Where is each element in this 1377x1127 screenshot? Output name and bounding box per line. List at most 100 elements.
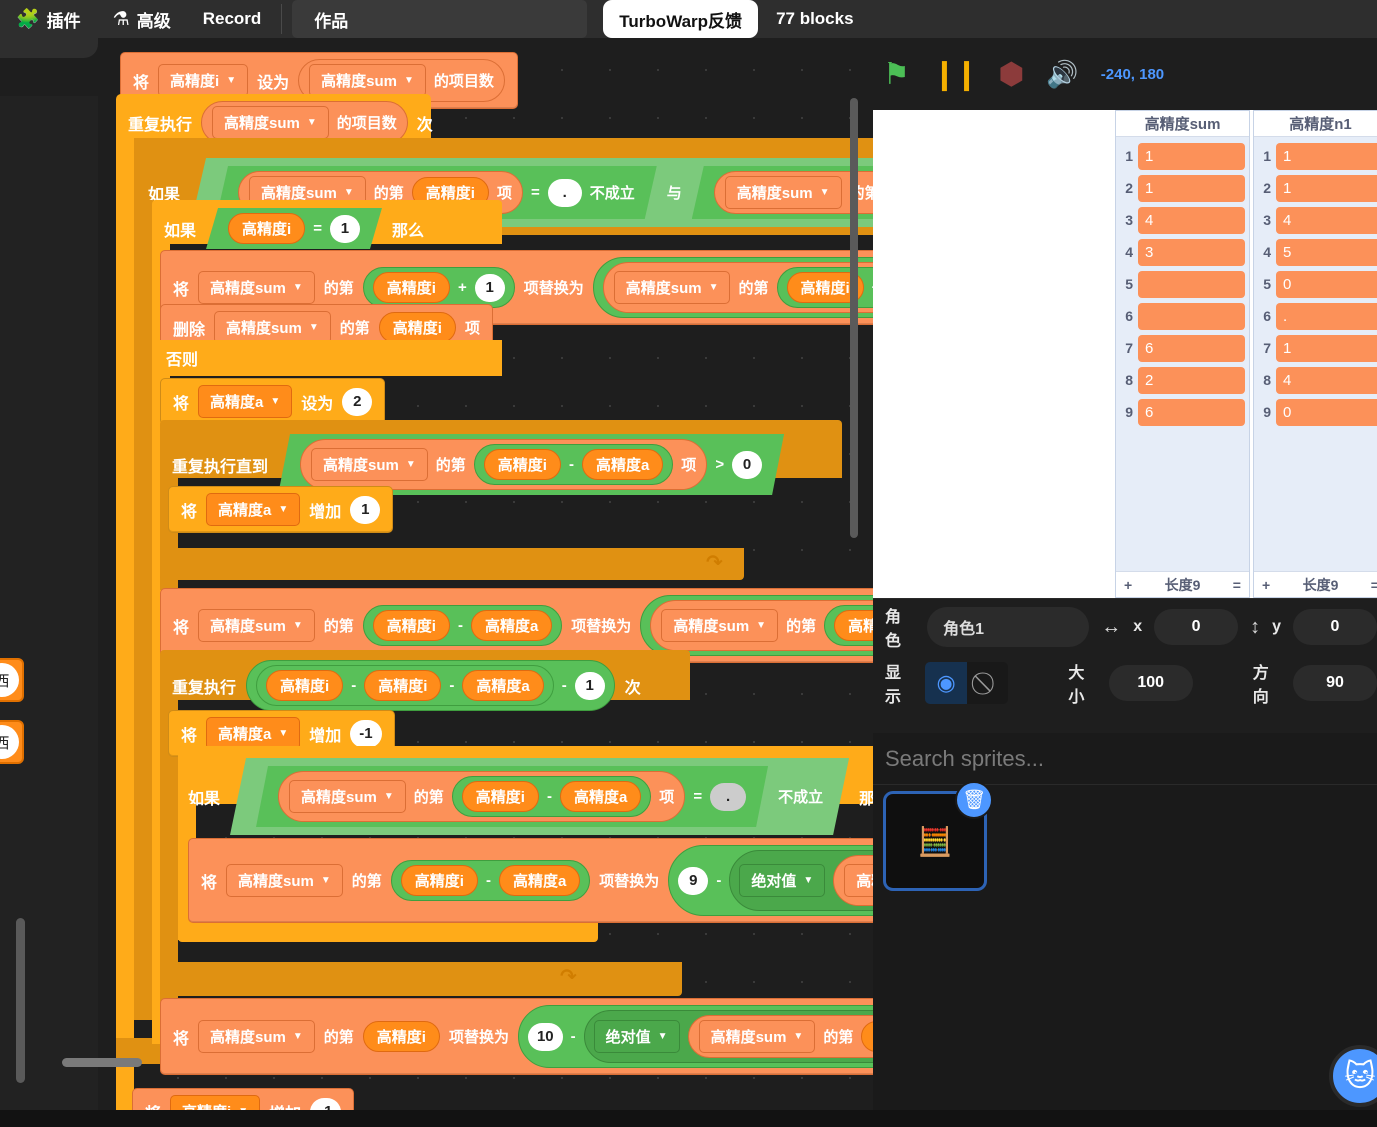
palette-block-stub-1[interactable]: 西 xyxy=(0,658,24,702)
list-dropdown[interactable]: 高精度sum ▼ xyxy=(198,271,315,304)
text-input-dot-1[interactable]: . xyxy=(548,179,582,207)
stop-icon[interactable]: ⬢ xyxy=(998,57,1024,92)
list-row[interactable]: 84 xyxy=(1254,364,1377,396)
row-value[interactable]: 1 xyxy=(1276,142,1377,170)
reporter-item-of-list-6[interactable]: 高精度sum ▼ 的第 高精度i - 高精度a 项 xyxy=(650,600,873,651)
boolean-not-2[interactable]: 高精度sum ▼ 的第 高精度i - 高精度a 项 = . 不成立 xyxy=(230,758,849,835)
row-value[interactable] xyxy=(1138,270,1245,298)
row-value[interactable]: 6 xyxy=(1138,334,1245,362)
menu-record[interactable]: Record xyxy=(187,0,278,38)
variable-i[interactable]: 高精度i xyxy=(400,865,478,896)
number-input-10[interactable]: 10 xyxy=(527,1022,563,1051)
variable-i[interactable]: 高精度i xyxy=(378,312,456,343)
variable-a[interactable]: 高精度a xyxy=(560,781,641,812)
list-row[interactable]: 5 xyxy=(1116,268,1249,300)
list-row[interactable]: 71 xyxy=(1254,332,1377,364)
reporter-item-of-list-9[interactable]: 高精度sum ▼ 的第 高精度i 项 xyxy=(687,1015,873,1058)
list-dropdown[interactable]: 高精度sum ▼ xyxy=(844,864,873,897)
list-row[interactable]: 21 xyxy=(1254,172,1377,204)
operator-math-abs-2[interactable]: 绝对值 ▼ 高精度sum ▼ 的第 高精度i 项 xyxy=(583,1010,873,1063)
list-monitor-rows[interactable]: 11 21 34 43 5 6 76 82 96 xyxy=(1116,137,1249,571)
row-value[interactable]: 5 xyxy=(1276,238,1377,266)
list-row[interactable]: 6. xyxy=(1254,300,1377,332)
volume-icon[interactable]: 🔊 xyxy=(1046,59,1078,90)
block-palette-strip[interactable] xyxy=(0,96,98,1127)
reporter-item-of-list-5[interactable]: 高精度sum ▼ 的第 高精度i - 高精度a 项 xyxy=(300,439,707,490)
menu-plugins[interactable]: 🧩 插件 xyxy=(0,0,97,38)
number-input-2[interactable]: 2 xyxy=(342,387,373,416)
list-dropdown[interactable]: 高精度sum ▼ xyxy=(311,448,428,481)
list-monitor-sum[interactable]: 高精度sum 11 21 34 43 5 6 76 82 96 + 长度9 = xyxy=(1115,110,1250,598)
list-dropdown[interactable]: 高精度sum ▼ xyxy=(661,609,779,642)
reporter-item-of-list-3[interactable]: 高精度sum ▼ 的第 高精度i + 1 项 xyxy=(602,262,873,313)
row-value[interactable]: 4 xyxy=(1276,366,1377,394)
variable-dropdown-a[interactable]: 高精度a ▼ xyxy=(198,385,293,418)
variable-i-2[interactable]: 高精度i xyxy=(364,670,442,701)
operator-subtract-index[interactable]: 高精度i - 高精度a xyxy=(474,444,674,485)
row-value[interactable]: 2 xyxy=(1138,366,1245,394)
variable-a[interactable]: 高精度a xyxy=(582,449,663,480)
sprite-visibility-toggle[interactable]: ◉ ⃠ xyxy=(925,662,1009,704)
menu-advanced[interactable]: ⚗ 高级 xyxy=(97,0,187,38)
row-value[interactable]: 1 xyxy=(1276,334,1377,362)
operator-subtract-chain-inner[interactable]: 高精度i - 高精度i - 高精度a xyxy=(256,665,554,706)
trash-icon[interactable]: 🗑 xyxy=(955,781,993,819)
row-value[interactable]: 1 xyxy=(1138,142,1245,170)
list-dropdown[interactable]: 高精度sum ▼ xyxy=(226,864,343,897)
row-value[interactable]: 0 xyxy=(1276,270,1377,298)
code-workspace[interactable]: 将 高精度i ▼ 设为 高精度sum ▼ 的项目数 重复执行 高精度sum ▼ … xyxy=(98,38,873,1127)
list-row[interactable]: 11 xyxy=(1116,140,1249,172)
abs-dropdown[interactable]: 绝对值 ▼ xyxy=(739,864,826,897)
list-row[interactable]: 34 xyxy=(1116,204,1249,236)
operator-subtract-inner[interactable]: 高精度i - 高精度a xyxy=(824,605,873,646)
abs-dropdown[interactable]: 绝对值 ▼ xyxy=(593,1020,680,1053)
list-dropdown[interactable]: 高精度sum ▼ xyxy=(289,780,406,813)
pause-icon[interactable]: ❙❙ xyxy=(932,57,979,92)
list-row[interactable]: 50 xyxy=(1254,268,1377,300)
boolean-equals-dot[interactable]: 高精度sum ▼ 的第 高精度i - 高精度a 项 = . xyxy=(256,766,768,827)
number-input-1[interactable]: 1 xyxy=(350,495,381,524)
variable-dropdown-a[interactable]: 高精度a ▼ xyxy=(206,493,301,526)
operator-subtract-index[interactable]: 高精度i - 高精度a xyxy=(362,605,563,646)
variable-i[interactable]: 高精度i xyxy=(834,610,873,641)
list-dropdown[interactable]: 高精度sum ▼ xyxy=(212,106,329,139)
variable-a[interactable]: 高精度a xyxy=(470,610,553,641)
variable-i-1[interactable]: 高精度i xyxy=(266,670,344,701)
list-dropdown[interactable]: 高精度sum ▼ xyxy=(198,609,315,642)
operator-subtract-9-abs[interactable]: 9 - 绝对值 ▼ 高精度sum ▼ 的第 高精度i xyxy=(668,845,873,916)
operator-subtract-index[interactable]: 高精度i - 高精度a xyxy=(452,776,652,817)
list-row[interactable]: 6 xyxy=(1116,300,1249,332)
reporter-item-of-list-7[interactable]: 高精度sum ▼ 的第 高精度i - 高精度a 项 xyxy=(278,771,685,822)
block-if-i-equals-1[interactable]: 如果 高精度i = 1 那么 xyxy=(164,208,424,249)
row-value[interactable]: 1 xyxy=(1138,174,1245,202)
block-if-not-dot[interactable]: 如果 高精度sum ▼ 的第 高精度i - 高精度a 项 = . 不成立 那 xyxy=(188,758,873,835)
number-input-1[interactable]: 1 xyxy=(574,671,605,700)
variable-i[interactable]: 高精度i xyxy=(861,1021,873,1052)
operator-subtract-chain-outer[interactable]: 高精度i - 高精度i - 高精度a - 1 xyxy=(246,660,615,711)
variable-i[interactable]: 高精度i xyxy=(372,272,450,303)
boolean-i-equals-1[interactable]: 高精度i = 1 xyxy=(206,208,382,249)
sprite-name-input[interactable]: 角色1 xyxy=(927,607,1090,647)
row-value[interactable]: 0 xyxy=(1276,398,1377,426)
list-row[interactable]: 96 xyxy=(1116,396,1249,428)
turbowarp-feedback-button[interactable]: TurboWarp反馈 xyxy=(603,0,759,38)
list-monitor-rows[interactable]: 11 21 34 45 50 6. 71 84 90 xyxy=(1254,137,1377,571)
list-monitor-n1[interactable]: 高精度n1 11 21 34 45 50 6. 71 84 90 + 长度9 = xyxy=(1253,110,1377,598)
palette-block-stub-2[interactable]: 西 xyxy=(0,720,24,764)
number-input-zero[interactable]: 0 xyxy=(732,451,762,479)
list-row[interactable]: 21 xyxy=(1116,172,1249,204)
reporter-item-of-list-8[interactable]: 高精度sum ▼ 的第 高精度i - 高精度a 项 xyxy=(833,855,873,906)
list-row[interactable]: 45 xyxy=(1254,236,1377,268)
row-value[interactable]: 1 xyxy=(1276,174,1377,202)
block-replace-item-3[interactable]: 将 高精度sum ▼ 的第 高精度i - 高精度a 项替换为 9 - 绝对值 ▼ xyxy=(188,838,873,923)
row-value[interactable]: 4 xyxy=(1276,206,1377,234)
operator-math-abs[interactable]: 绝对值 ▼ 高精度sum ▼ 的第 高精度i - 高精度a xyxy=(729,850,873,911)
list-row[interactable]: 34 xyxy=(1254,204,1377,236)
green-flag-icon[interactable]: ⚑ xyxy=(883,57,910,92)
operator-subtract-index[interactable]: 高精度i - 高精度a xyxy=(390,860,591,901)
list-dropdown[interactable]: 高精度sum ▼ xyxy=(725,176,842,209)
list-resize-handle[interactable]: = xyxy=(1371,577,1377,593)
number-input-1[interactable]: 1 xyxy=(330,215,360,243)
block-change-a-by-1[interactable]: 将 高精度a ▼ 增加 1 xyxy=(168,486,394,533)
row-value[interactable]: 4 xyxy=(1138,206,1245,234)
